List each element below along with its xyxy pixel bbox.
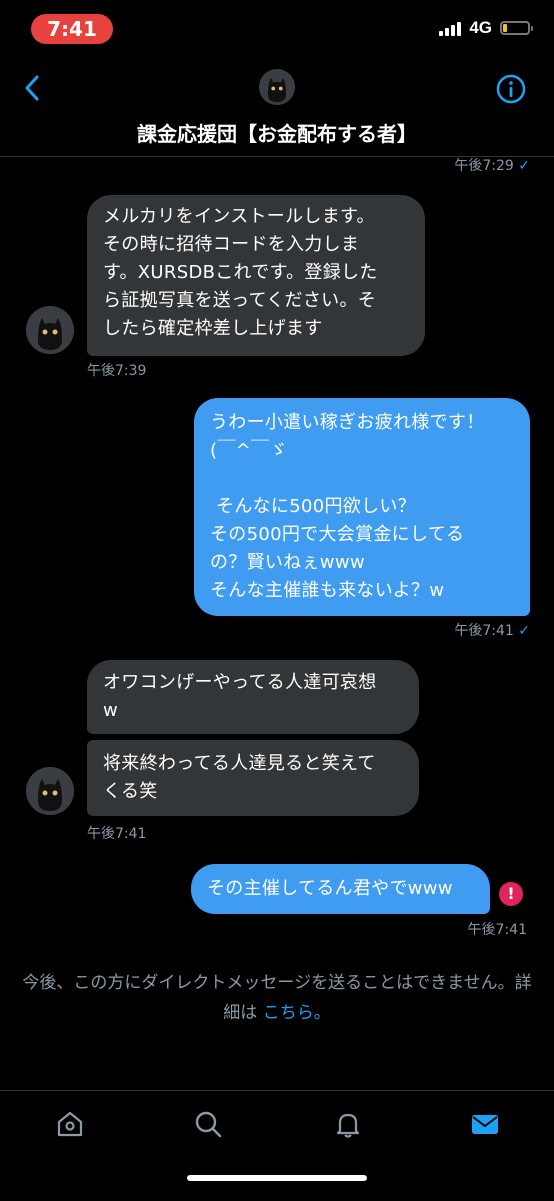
tab-messages[interactable]: [470, 1109, 500, 1139]
read-check-icon: ✓: [518, 623, 530, 639]
incoming-message-bubble[interactable]: オワコンげーやってる人達可哀想 w: [87, 660, 419, 734]
message-timestamp: 午後7:41: [87, 826, 147, 842]
read-check-icon: ✓: [518, 158, 530, 174]
black-cat-avatar-icon: [26, 767, 74, 815]
timestamp-text: 午後7:41: [454, 623, 514, 639]
tab-notifications[interactable]: [333, 1109, 363, 1139]
back-button[interactable]: [20, 72, 44, 108]
search-icon: [195, 1111, 222, 1138]
status-time: 7:41: [31, 14, 113, 44]
header-avatar[interactable]: [259, 69, 295, 105]
message-timestamp: 午後7:41 ✓: [454, 620, 530, 640]
home-indicator[interactable]: [187, 1175, 367, 1181]
message-timestamp: 午後7:39: [87, 363, 147, 379]
info-button[interactable]: [496, 74, 526, 108]
conversation-title: 課金応援団【お金配布する者】: [137, 122, 417, 146]
bottom-tab-bar: [0, 1090, 554, 1201]
outgoing-message-bubble[interactable]: うわー小遣い稼ぎお疲れ様です！ (￣^￣ゞ そんなに500円欲しい？ その500…: [194, 398, 530, 616]
message-timestamp: 午後7:41: [467, 922, 527, 938]
signal-icon: [439, 20, 462, 36]
sender-avatar[interactable]: [26, 306, 74, 354]
battery-icon: [500, 21, 533, 35]
timestamp-text: 午後7:29: [454, 158, 514, 174]
tab-search[interactable]: [193, 1109, 223, 1139]
network-type: 4G: [469, 18, 492, 37]
black-cat-avatar-icon: [259, 69, 295, 105]
status-indicators: 4G: [439, 18, 533, 38]
notice-period: 。: [313, 1003, 331, 1023]
chevron-left-icon: [25, 75, 39, 101]
home-icon: [57, 1111, 83, 1137]
message-timestamp: 午後7:29 ✓: [454, 155, 530, 175]
incoming-message-bubble[interactable]: 将来終わってる人達見ると笑えて くる笑: [87, 740, 419, 816]
info-icon: [496, 74, 526, 104]
dm-restricted-notice: 今後、この方にダイレクトメッセージを送ることはできません。詳細は こちら。: [14, 968, 540, 1028]
details-link[interactable]: こちら: [263, 1003, 314, 1023]
mail-icon: [472, 1115, 498, 1134]
black-cat-avatar-icon: [26, 306, 74, 354]
send-error-icon[interactable]: !: [499, 882, 523, 906]
sender-avatar[interactable]: [26, 767, 74, 815]
bell-icon: [336, 1113, 360, 1138]
incoming-message-bubble[interactable]: メルカリをインストールします。 その時に招待コードを入力しま す。XURSDBこ…: [87, 195, 425, 356]
tab-home[interactable]: [55, 1109, 85, 1139]
outgoing-message-bubble[interactable]: その主催してるん君やでwww: [191, 864, 490, 914]
